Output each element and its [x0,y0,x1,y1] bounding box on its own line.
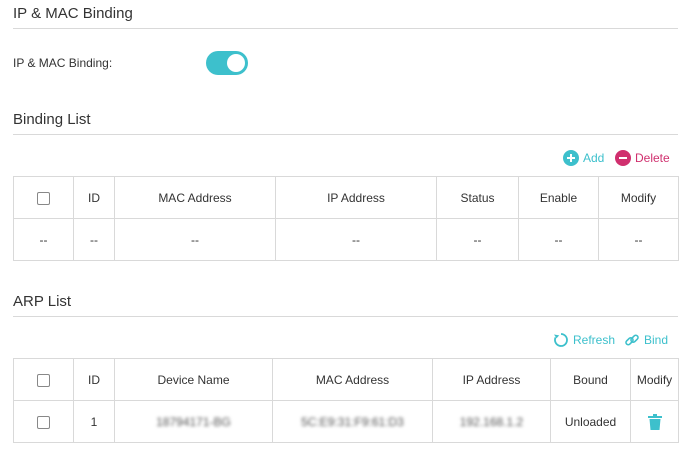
table-cell: -- [436,218,519,261]
table-cell: -- [114,218,276,261]
column-header: IP Address [275,176,437,219]
bind-label: Bind [644,333,669,347]
ip-mac-binding-toggle-label: IP & MAC Binding: [13,56,113,70]
table-cell: -- [275,218,437,261]
add-button[interactable]: Add [563,150,604,166]
trash-icon[interactable] [647,413,662,430]
column-header: ID [73,176,115,219]
section-title-binding-list: Binding List [13,111,91,128]
column-header: Enable [518,176,599,219]
select-all-checkbox[interactable] [37,191,50,205]
delete-button[interactable]: Delete [615,150,670,166]
section-divider [13,316,678,317]
minus-circle-icon [615,150,631,166]
select-all-cell [13,358,74,401]
table-row: -- -- -- -- -- -- -- [13,218,679,261]
select-all-checkbox[interactable] [37,373,50,387]
section-divider [13,134,678,135]
bind-button[interactable]: Bind [624,332,668,348]
column-header: Modify [598,176,679,219]
table-cell-ip: 192.168.1.2 [432,400,551,443]
refresh-icon [554,333,568,347]
section-divider [13,28,678,29]
link-icon [625,334,639,346]
refresh-button[interactable]: Refresh [553,332,615,348]
delete-label: Delete [635,151,670,165]
table-cell: -- [518,218,599,261]
column-header: Status [436,176,519,219]
column-header: Device Name [114,358,273,401]
plus-circle-icon [563,150,579,166]
section-title-ip-mac-binding: IP & MAC Binding [13,5,133,22]
ip-mac-binding-toggle[interactable] [206,51,248,75]
row-select-cell [13,400,74,443]
table-cell-device-name: 18794171-BG [114,400,273,443]
column-header: ID [73,358,115,401]
toggle-knob [227,54,245,72]
table-row: 1 18794171-BG 5C:E9:31:F9:61:D3 192.168.… [13,400,679,443]
column-header: Modify [630,358,679,401]
table-cell-bound: Unloaded [550,400,631,443]
table-cell: -- [598,218,679,261]
select-all-cell [13,176,74,219]
column-header: IP Address [432,358,551,401]
column-header: MAC Address [114,176,276,219]
column-header: Bound [550,358,631,401]
column-header: MAC Address [272,358,433,401]
table-header-row: ID MAC Address IP Address Status Enable … [13,176,679,219]
refresh-label: Refresh [573,333,616,347]
add-label: Add [583,151,605,165]
table-cell: -- [73,218,115,261]
table-header-row: ID Device Name MAC Address IP Address Bo… [13,358,679,401]
section-title-arp-list: ARP List [13,293,72,310]
table-cell-id: 1 [73,400,115,443]
binding-list-table: ID MAC Address IP Address Status Enable … [13,176,679,261]
table-cell: -- [13,218,74,261]
table-cell-modify [630,400,679,443]
row-checkbox[interactable] [37,415,50,429]
table-cell-mac: 5C:E9:31:F9:61:D3 [272,400,433,443]
arp-list-table: ID Device Name MAC Address IP Address Bo… [13,358,679,443]
